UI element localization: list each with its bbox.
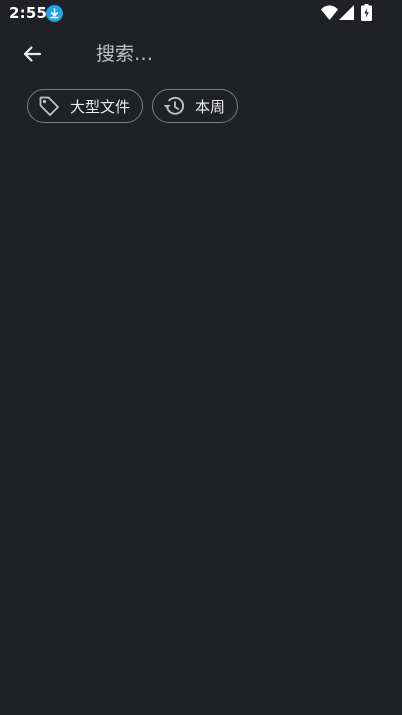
filter-chip-this-week[interactable]: 本周	[152, 89, 239, 123]
tag-icon	[37, 94, 61, 118]
cell-signal-icon	[339, 5, 354, 24]
chip-label: 本周	[195, 97, 226, 116]
download-notification-icon	[46, 5, 63, 22]
filter-chip-large-files[interactable]: 大型文件	[27, 89, 144, 123]
back-button[interactable]	[16, 38, 48, 70]
search-screen: 2:55 搜索… 大型文件 本周	[0, 0, 402, 715]
arrow-back-icon	[23, 46, 42, 62]
filter-chips: 大型文件 本周	[27, 89, 239, 123]
battery-charging-icon	[361, 4, 372, 25]
status-bar: 2:55	[0, 0, 402, 28]
wifi-icon	[321, 5, 338, 24]
chip-label: 大型文件	[70, 97, 131, 116]
search-input[interactable]	[96, 38, 386, 70]
status-time: 2:55	[9, 4, 48, 22]
history-icon	[162, 94, 186, 118]
